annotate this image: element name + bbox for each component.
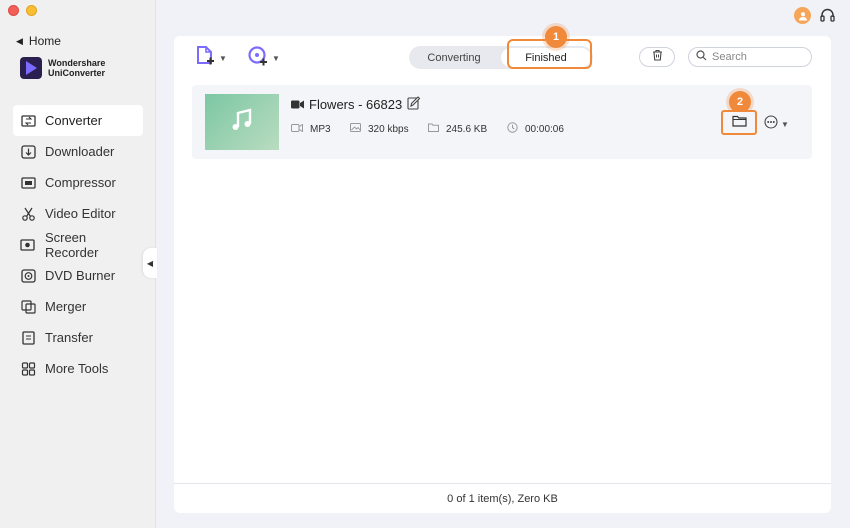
sidebar-item-converter[interactable]: Converter: [13, 105, 143, 136]
brand: Wondershare UniConverter: [20, 57, 105, 79]
trash-icon: [652, 48, 663, 66]
file-name: Flowers - 66823: [309, 97, 403, 112]
sidebar-item-label: Merger: [45, 299, 87, 314]
scissors-icon: [20, 206, 36, 222]
sidebar-item-label: Transfer: [45, 330, 93, 345]
clock-icon: [507, 122, 518, 136]
download-icon: [20, 144, 36, 160]
file-row[interactable]: Flowers - 66823 MP3 320 kbps 245.6 KB 00…: [192, 85, 812, 159]
compress-icon: [20, 175, 36, 191]
merge-icon: [20, 299, 36, 315]
sidebar-item-label: DVD Burner: [45, 268, 116, 283]
home-link[interactable]: ◀ Home: [16, 34, 61, 48]
sidebar-item-dvd-burner[interactable]: DVD Burner: [13, 260, 143, 291]
music-note-icon: [229, 107, 255, 138]
window-controls: [8, 5, 37, 16]
chevron-down-icon: ▼: [219, 54, 227, 63]
tab-finished[interactable]: Finished: [501, 48, 591, 67]
main-panel: ▼ ▼ Converting Finished 1 Search Flowers…: [174, 26, 831, 513]
image-icon: [350, 123, 361, 135]
home-label: Home: [28, 34, 61, 48]
file-thumbnail: [205, 94, 279, 150]
status-tabs: Converting Finished: [409, 46, 593, 69]
delete-button[interactable]: [639, 47, 675, 67]
add-disc-icon: [247, 45, 269, 72]
sidebar-nav: Converter Downloader Compressor Video Ed…: [13, 105, 143, 384]
sidebar-item-transfer[interactable]: Transfer: [13, 322, 143, 353]
disc-icon: [20, 268, 36, 284]
file-bitrate: 320 kbps: [368, 123, 409, 135]
collapse-sidebar-button[interactable]: ◀: [143, 248, 157, 278]
folder-icon: [731, 114, 747, 132]
converter-icon: [20, 113, 36, 129]
chevron-left-icon: ◀: [146, 258, 154, 268]
video-format-icon: [291, 123, 303, 135]
sidebar-item-label: Converter: [45, 113, 103, 128]
video-camera-icon: [291, 97, 304, 112]
brand-name-line1: Wondershare: [48, 58, 106, 68]
meta-duration: 00:00:06: [507, 122, 564, 136]
chevron-left-icon: ◀: [16, 35, 23, 46]
sidebar-item-label: Compressor: [45, 175, 116, 190]
add-dvd-button[interactable]: ▼: [247, 45, 280, 72]
status-text: 0 of 1 item(s), Zero KB: [447, 492, 558, 505]
chevron-down-icon: ▼: [781, 120, 789, 129]
sidebar-item-screen-recorder[interactable]: Screen Recorder: [13, 229, 143, 260]
sidebar-item-merger[interactable]: Merger: [13, 291, 143, 322]
sidebar-item-downloader[interactable]: Downloader: [13, 136, 143, 167]
sidebar-item-more-tools[interactable]: More Tools: [13, 353, 143, 384]
toolbar: ▼ ▼ Converting Finished 1: [174, 26, 831, 72]
file-format: MP3: [310, 123, 331, 135]
grid-icon: [20, 361, 36, 377]
step-badge-1: 1: [545, 26, 567, 48]
transfer-icon: [20, 330, 36, 346]
edit-icon[interactable]: [407, 96, 421, 113]
minimize-window-button[interactable]: [26, 5, 37, 16]
meta-bitrate: 320 kbps: [350, 123, 428, 135]
close-window-button[interactable]: [8, 5, 19, 16]
search-input[interactable]: [712, 51, 802, 63]
sidebar-item-label: Screen Recorder: [44, 229, 99, 260]
folder-icon: [428, 123, 439, 135]
record-icon: [20, 237, 36, 253]
brand-name-line2: UniConverter: [48, 68, 106, 78]
add-file-icon: [194, 45, 216, 72]
search-icon: [696, 48, 707, 66]
sidebar-item-compressor[interactable]: Compressor: [13, 167, 143, 198]
file-size: 245.6 KB: [446, 123, 488, 135]
app-logo-icon: [20, 57, 42, 79]
sidebar-item-label: Downloader: [45, 144, 115, 159]
search-box[interactable]: [688, 47, 812, 67]
meta-format: MP3: [291, 123, 350, 135]
chevron-down-icon: ▼: [272, 54, 280, 63]
status-bar: 0 of 1 item(s), Zero KB: [174, 483, 831, 513]
meta-size: 245.6 KB: [428, 123, 507, 135]
file-metadata: MP3 320 kbps 245.6 KB 00:00:06: [291, 122, 564, 136]
more-dots-icon: [764, 115, 778, 134]
sidebar-item-label: Video Editor: [45, 206, 116, 221]
file-duration: 00:00:06: [525, 123, 564, 135]
file-title: Flowers - 66823: [291, 96, 421, 113]
user-avatar-icon[interactable]: [794, 7, 811, 24]
sidebar: ◀ Home Wondershare UniConverter Converte…: [0, 0, 156, 528]
sidebar-item-video-editor[interactable]: Video Editor: [13, 198, 143, 229]
sidebar-item-label: More Tools: [45, 361, 109, 376]
more-options-button[interactable]: ▼: [764, 115, 789, 134]
add-files-button[interactable]: ▼: [194, 45, 227, 72]
open-folder-button[interactable]: [721, 110, 757, 135]
headset-icon[interactable]: [819, 7, 836, 24]
tab-converting[interactable]: Converting: [409, 46, 499, 69]
